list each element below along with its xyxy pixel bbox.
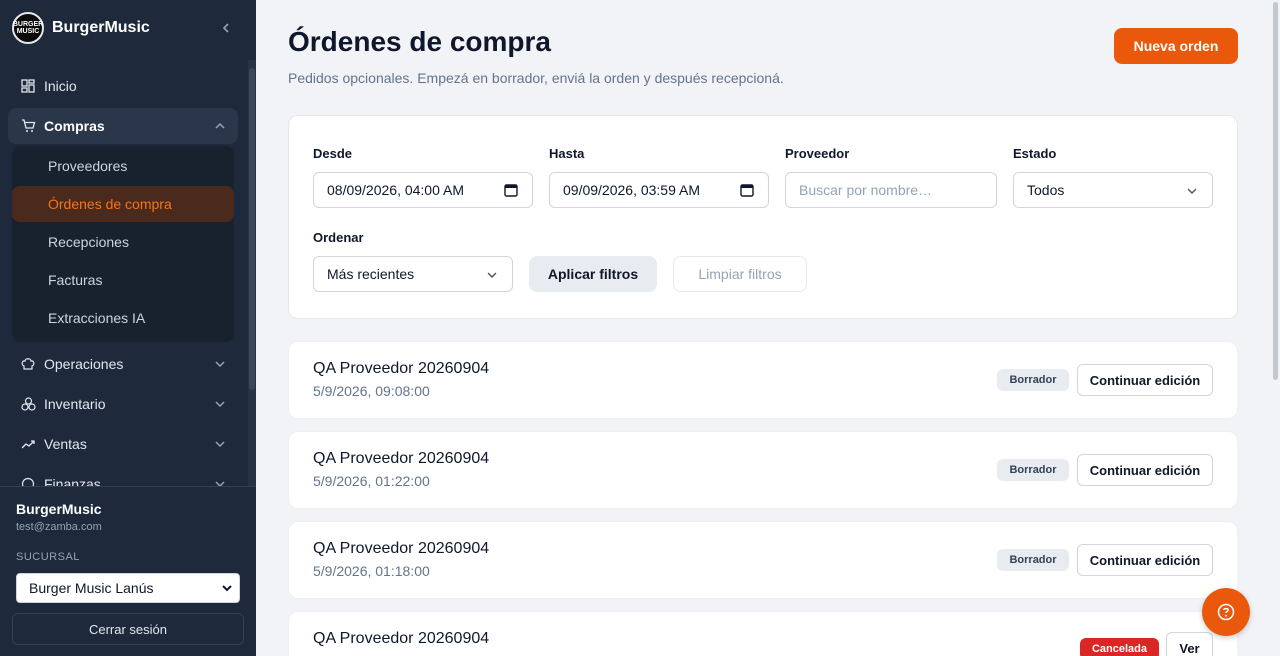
order-card[interactable]: QA Proveedor 20260904 5/9/2026, 01:22:00… [288,431,1238,509]
order-date: 5/9/2026, 01:18:00 [313,563,430,579]
chevron-down-icon [215,481,225,486]
order-supplier-name: QA Proveedor 20260904 [313,630,490,647]
help-icon [1217,603,1235,621]
user-name: BurgerMusic [16,501,102,517]
chef-hat-icon [20,356,36,372]
dashboard-icon [20,78,36,94]
sidebar-item-label: Finanzas [44,476,101,486]
chevron-up-icon [215,122,225,129]
page-scrollbar-thumb[interactable] [1273,2,1278,380]
sidebar-item-label: Ventas [44,436,87,452]
chevron-down-icon [215,401,225,408]
sidebar-item-extracciones-ia[interactable]: Extracciones IA [12,300,234,336]
filters-panel: Desde 08/09/2026, 04:00 AM Hasta 09/09/2… [288,115,1238,319]
chevron-down-icon [487,272,497,278]
collapse-sidebar-button[interactable] [216,18,236,38]
status-badge: Borrador [997,369,1069,391]
sidebar-item-compras[interactable]: Compras [8,108,238,144]
clear-filters-button[interactable]: Limpiar filtros [673,256,807,292]
supplier-search-input[interactable]: Buscar por nombre… [785,172,997,208]
sidebar-scrollbar[interactable] [249,68,255,390]
sidebar-item-label: Inventario [44,396,106,412]
apply-filters-button[interactable]: Aplicar filtros [529,256,657,292]
chevron-down-icon [215,361,225,368]
sort-select-value: Más recientes [327,266,415,282]
sidebar-nav: Inicio Compras Proveedores Órdenes de co… [0,66,248,486]
chevron-down-icon [1187,188,1197,194]
status-select-value: Todos [1027,182,1065,198]
page-subtitle: Pedidos opcionales. Empezá en borrador, … [288,70,784,86]
from-date-value: 08/09/2026, 04:00 AM [327,182,464,198]
calendar-icon[interactable] [504,183,518,197]
calendar-icon[interactable] [740,183,754,197]
branch-select-value: Burger Music Lanús [29,580,154,596]
to-date-input[interactable]: 09/09/2026, 03:59 AM [549,172,769,208]
sidebar-item-inventario[interactable]: Inventario [8,386,238,422]
to-label: Hasta [549,146,585,161]
sort-label: Ordenar [313,230,364,245]
status-label: Estado [1013,146,1057,161]
branch-label: SUCURSAL [16,551,80,563]
sidebar-item-ordenes-de-compra[interactable]: Órdenes de compra [12,186,234,222]
order-date: 5/9/2026, 09:08:00 [313,383,430,399]
finance-icon [20,476,36,486]
sidebar-item-operaciones[interactable]: Operaciones [8,346,238,382]
status-badge: Borrador [997,549,1069,571]
status-badge: Cancelada [1080,638,1159,656]
chevron-left-icon [222,23,229,33]
status-select[interactable]: Todos [1013,172,1213,208]
user-email: test@zamba.com [16,521,102,533]
from-label: Desde [313,146,353,161]
continue-edit-button[interactable]: Continuar edición [1077,544,1213,576]
boxes-icon [20,396,36,412]
chevron-down-icon [222,585,232,592]
chevron-down-icon [215,441,225,448]
order-supplier-name: QA Proveedor 20260904 [313,540,490,557]
sidebar-item-ventas[interactable]: Ventas [8,426,238,462]
supplier-label: Proveedor [785,146,850,161]
order-supplier-name: QA Proveedor 20260904 [313,450,490,467]
compras-submenu: Proveedores Órdenes de compra Recepcione… [12,146,234,342]
sidebar-item-finanzas[interactable]: Finanzas [8,466,238,486]
brand-name: BurgerMusic [52,19,150,36]
branch-select[interactable]: Burger Music Lanús [16,573,240,603]
help-button[interactable] [1202,588,1250,636]
main-content: Órdenes de compra Pedidos opcionales. Em… [256,0,1280,656]
view-button[interactable]: Ver [1166,632,1213,656]
page-title: Órdenes de compra [288,26,551,57]
sidebar-item-recepciones[interactable]: Recepciones [12,224,234,260]
sort-select[interactable]: Más recientes [313,256,513,292]
order-card[interactable]: QA Proveedor 20260904 5/9/2026, 09:08:00… [288,341,1238,419]
order-supplier-name: QA Proveedor 20260904 [313,360,490,377]
page-scrollbar[interactable] [1271,0,1280,656]
new-order-button[interactable]: Nueva orden [1114,28,1238,64]
sidebar: BURGER MUSIC BurgerMusic Inicio Compras P… [0,0,256,656]
user-panel: BurgerMusic test@zamba.com SUCURSAL Burg… [0,486,256,656]
trend-up-icon [20,436,36,452]
sidebar-item-label: Operaciones [44,356,124,372]
sidebar-item-label: Inicio [44,78,77,94]
to-date-value: 09/09/2026, 03:59 AM [563,182,700,198]
continue-edit-button[interactable]: Continuar edición [1077,364,1213,396]
brand-logo: BURGER MUSIC [12,12,44,44]
logout-button[interactable]: Cerrar sesión [12,613,244,645]
cart-icon [20,118,36,134]
sidebar-item-proveedores[interactable]: Proveedores [12,148,234,184]
from-date-input[interactable]: 08/09/2026, 04:00 AM [313,172,533,208]
sidebar-item-facturas[interactable]: Facturas [12,262,234,298]
order-card[interactable]: QA Proveedor 20260904 5/9/2026, 01:18:00… [288,521,1238,599]
order-date: 5/9/2026, 01:22:00 [313,473,430,489]
supplier-search-placeholder: Buscar por nombre… [799,182,933,198]
continue-edit-button[interactable]: Continuar edición [1077,454,1213,486]
status-badge: Borrador [997,459,1069,481]
sidebar-item-label: Compras [44,118,105,134]
sidebar-item-inicio[interactable]: Inicio [8,68,238,104]
order-card[interactable]: QA Proveedor 20260904 Cancelada Ver [288,611,1238,656]
brand: BURGER MUSIC BurgerMusic [0,0,256,56]
